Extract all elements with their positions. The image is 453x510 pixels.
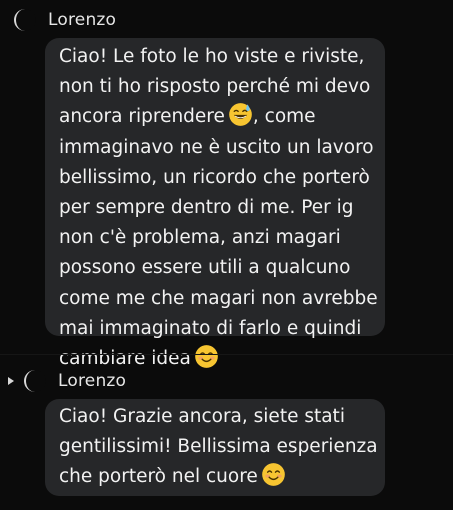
play-arrow-icon [8,377,14,385]
message-line: , come [252,106,316,128]
message-text: Ciao! Le foto le ho viste e riviste, non… [59,42,385,374]
avatar[interactable] [24,370,46,392]
message-line: cambiare idea [59,348,191,370]
message-line: Ciao! Grazie ancora, siete stati [59,406,345,427]
sender-name: Lorenzo [58,371,127,391]
avatar[interactable] [14,9,36,31]
divider [0,354,453,355]
message-line: Ciao! Le foto le ho viste e riviste, [59,46,365,67]
message-line: per sempre dentro di me. Per ig [59,197,354,219]
message-line: gentilissimi! Bellissima esperienza [59,436,378,458]
sender-row: Lorenzo [24,370,126,392]
message-line: come me che magari non avrebbe [59,287,378,309]
message-line: immaginavo ne è uscito un lavoro [59,136,374,158]
message-line: non c'è problema, anzi magari [59,227,341,249]
message-line: possono essere utili a qualcuno [59,257,351,279]
message-line: non ti ho risposto perché mi devo [59,76,371,98]
sender-row: Lorenzo [14,9,116,31]
smiling-blush-emoji [194,345,218,368]
message-line: che porterò nel cuore [59,466,258,488]
message-line: ancora riprendere [59,106,225,128]
grinning-sweat-emoji [229,103,252,127]
message-bubble[interactable]: Ciao! Le foto le ho viste e riviste, non… [45,38,385,369]
message-text: Ciao! Grazie ancora, siete stati gentili… [59,402,385,493]
smiling-blush-emoji [261,463,285,487]
sender-name: Lorenzo [48,10,117,30]
message-line: mai immaginato di farlo e quindi [59,317,362,339]
message-line: bellissimo, un ricordo che porterò [59,166,370,188]
message-bubble[interactable]: Ciao! Grazie ancora, siete stati gentili… [45,399,385,496]
